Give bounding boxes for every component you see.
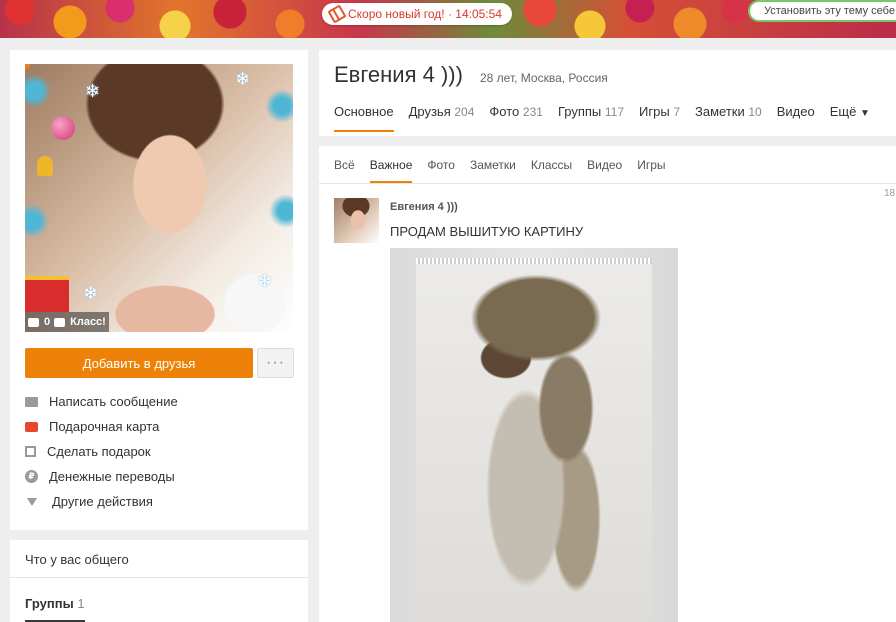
fir-branch-decoration bbox=[265, 89, 293, 123]
online-indicator bbox=[25, 64, 30, 69]
action-label: Другие действия bbox=[52, 494, 153, 509]
mail-icon bbox=[25, 396, 38, 407]
tab-label: Фото bbox=[489, 104, 520, 119]
avatar-stats: 0 Класс! bbox=[25, 312, 109, 332]
fir-branch-decoration bbox=[269, 194, 293, 228]
tab-friends[interactable]: Друзья 204 bbox=[409, 104, 475, 132]
ornament-ball-icon bbox=[51, 116, 75, 140]
divider bbox=[10, 577, 308, 578]
post-timestamp: 18 bbox=[884, 188, 896, 199]
tab-count: 204 bbox=[454, 105, 475, 119]
new-year-countdown[interactable]: Скоро новый год! · 14:05:54 bbox=[322, 3, 512, 25]
filter-video[interactable]: Видео bbox=[587, 158, 622, 183]
tab-groups[interactable]: Группы 117 bbox=[558, 104, 624, 132]
in-common-title: Что у вас общего bbox=[25, 552, 129, 567]
profile-sidebar: ❄ ❄ ❄ ❄ 0 Класс! Добавить в друзья ··· Н… bbox=[10, 50, 308, 530]
tab-more[interactable]: Ещё ▼ bbox=[830, 104, 870, 132]
filter-notes[interactable]: Заметки bbox=[470, 158, 516, 183]
action-other[interactable]: Другие действия bbox=[25, 489, 178, 514]
tab-photos[interactable]: Фото 231 bbox=[489, 104, 543, 132]
top-banner: Скоро новый год! · 14:05:54 Установить э… bbox=[0, 0, 896, 38]
tab-label: Игры bbox=[639, 104, 670, 119]
tab-label: Друзья bbox=[408, 104, 451, 119]
tab-label: Основное bbox=[334, 104, 394, 119]
gift-icon bbox=[25, 446, 36, 457]
divider bbox=[319, 183, 896, 184]
bell-icon bbox=[37, 156, 53, 176]
action-money-transfer[interactable]: ₽ Денежные переводы bbox=[25, 464, 178, 489]
post-author-name[interactable]: Евгения 4 ))) bbox=[390, 201, 458, 213]
tab-label: Видео bbox=[776, 104, 815, 119]
money-transfer-icon: ₽ bbox=[25, 470, 38, 483]
profile-header: Евгения 4 ))) 28 лет, Москва, Россия Осн… bbox=[319, 50, 896, 136]
fir-branch-decoration bbox=[25, 204, 49, 238]
groups-count: 1 bbox=[77, 596, 85, 611]
profile-name: Евгения 4 ))) bbox=[334, 62, 463, 87]
tab-video[interactable]: Видео bbox=[777, 104, 815, 132]
tab-count: 10 bbox=[748, 105, 762, 119]
tab-count: 117 bbox=[604, 105, 625, 119]
tab-main[interactable]: Основное bbox=[334, 104, 394, 132]
more-options-button[interactable]: ··· bbox=[257, 348, 294, 378]
tab-label: Ещё bbox=[829, 104, 857, 119]
tab-count: 231 bbox=[522, 105, 543, 119]
tab-label: Группы bbox=[557, 104, 602, 119]
comments-count: 0 bbox=[44, 316, 51, 328]
action-send-message[interactable]: Написать сообщение bbox=[25, 389, 178, 414]
action-label: Сделать подарок bbox=[47, 444, 151, 459]
filter-games[interactable]: Игры bbox=[637, 158, 665, 183]
feed-panel: Всё Важное Фото Заметки Классы Видео Игр… bbox=[319, 146, 896, 622]
tab-count: 7 bbox=[673, 105, 681, 119]
action-make-gift[interactable]: Сделать подарок bbox=[25, 439, 178, 464]
groups-label: Группы bbox=[25, 596, 74, 611]
snowflake-icon: ❄ bbox=[235, 69, 251, 89]
profile-meta: 28 лет, Москва, Россия bbox=[480, 71, 608, 85]
gift-boxes-decoration bbox=[25, 276, 69, 312]
gift-card-icon bbox=[25, 421, 38, 432]
snowflake-icon: ❄ bbox=[85, 81, 101, 101]
feed-filter-tabs: Всё Важное Фото Заметки Классы Видео Игр… bbox=[334, 158, 681, 183]
profile-tabs: Основное Друзья 204 Фото 231 Группы 117 … bbox=[334, 104, 885, 132]
profile-actions: Написать сообщение Подарочная карта Сдел… bbox=[25, 389, 178, 514]
post-text: ПРОДАМ ВЫШИТУЮ КАРТИНУ bbox=[390, 224, 584, 239]
action-label: Написать сообщение bbox=[49, 394, 178, 409]
set-theme-button[interactable]: Установить эту тему себе bbox=[748, 0, 896, 22]
common-groups-link[interactable]: Группы 1 bbox=[25, 596, 85, 611]
countdown-text: Скоро новый год! · 14:05:54 bbox=[348, 7, 502, 21]
ticket-icon bbox=[327, 4, 347, 24]
snowflake-icon: ❄ bbox=[257, 271, 273, 291]
tab-notes[interactable]: Заметки 10 bbox=[695, 104, 762, 132]
tab-label: Заметки bbox=[695, 104, 745, 119]
triangle-down-icon bbox=[27, 497, 37, 506]
action-label: Денежные переводы bbox=[49, 469, 175, 484]
filter-photos[interactable]: Фото bbox=[427, 158, 455, 183]
filter-all[interactable]: Всё bbox=[334, 158, 355, 183]
tab-games[interactable]: Игры 7 bbox=[639, 104, 680, 132]
filter-important[interactable]: Важное bbox=[369, 158, 412, 183]
set-theme-label: Установить эту тему себе bbox=[764, 5, 895, 17]
snowflake-icon: ❄ bbox=[83, 283, 99, 303]
add-friend-button[interactable]: Добавить в друзья bbox=[25, 348, 253, 378]
action-gift-card[interactable]: Подарочная карта bbox=[25, 414, 178, 439]
thumbs-up-icon[interactable] bbox=[54, 317, 66, 327]
post-photo[interactable] bbox=[390, 248, 678, 622]
filter-likes[interactable]: Классы bbox=[531, 158, 572, 183]
canvas-edge bbox=[416, 258, 652, 264]
like-label[interactable]: Класс! bbox=[70, 316, 106, 328]
fir-branch-decoration bbox=[25, 74, 51, 108]
profile-avatar[interactable]: ❄ ❄ ❄ ❄ 0 Класс! bbox=[25, 64, 293, 332]
embroidered-picture bbox=[416, 258, 652, 622]
action-label: Подарочная карта bbox=[49, 419, 160, 434]
comment-icon bbox=[28, 317, 39, 327]
chevron-down-icon: ▼ bbox=[859, 108, 870, 119]
post-author-avatar[interactable] bbox=[334, 198, 379, 243]
in-common-card: Что у вас общего Группы 1 bbox=[10, 540, 308, 622]
